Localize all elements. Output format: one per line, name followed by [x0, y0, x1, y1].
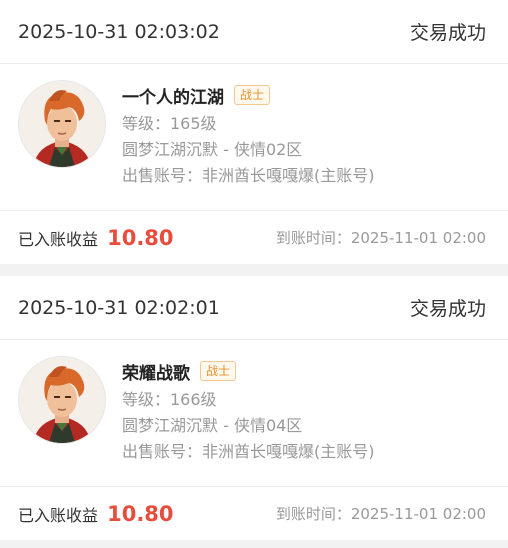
- character-server: 圆梦江湖沉默 - 侠情04区: [122, 416, 303, 435]
- seller-account: 出售账号：非洲酋长嘎嘎爆(主账号): [122, 442, 375, 461]
- income-value: 10.80: [107, 501, 174, 526]
- character-info: 荣耀战歌 战士 等级：166级 圆梦江湖沉默 - 侠情04区 出售账号：非洲酋长…: [122, 356, 375, 464]
- character-avatar: [18, 356, 106, 444]
- character-level: 等级：165级: [122, 114, 217, 133]
- order-header: 2025-10-31 02:02:01 交易成功: [0, 276, 508, 340]
- order-time: 2025-10-31 02:03:02: [18, 20, 220, 43]
- character-name: 一个人的江湖: [122, 87, 224, 108]
- arrival-time: 到账时间：2025-11-01 02:00: [275, 229, 486, 247]
- income-label: 已入账收益: [18, 505, 99, 525]
- class-badge: 战士: [200, 361, 237, 381]
- character-avatar: [18, 80, 106, 168]
- class-badge: 战士: [234, 85, 271, 105]
- order-body: 一个人的江湖 战士 等级：165级 圆梦江湖沉默 - 侠情02区 出售账号：非洲…: [0, 64, 508, 211]
- income-block: 已入账收益 10.80: [18, 226, 174, 250]
- order-status: 交易成功: [409, 298, 486, 320]
- order-body: 荣耀战歌 战士 等级：166级 圆梦江湖沉默 - 侠情04区 出售账号：非洲酋长…: [0, 340, 508, 487]
- character-name: 荣耀战歌: [122, 363, 190, 384]
- income-block: 已入账收益 10.80: [18, 502, 174, 526]
- order-footer: 已入账收益 10.80 到账时间：2025-11-01 02:00: [0, 487, 508, 540]
- order-time: 2025-10-31 02:02:01: [18, 296, 220, 319]
- name-row: 荣耀战歌 战士: [122, 356, 375, 386]
- order-card[interactable]: 2025-10-31 02:03:02 交易成功 一个人的江湖 战士 等级：16…: [0, 0, 508, 264]
- character-info: 一个人的江湖 战士 等级：165级 圆梦江湖沉默 - 侠情02区 出售账号：非洲…: [122, 80, 375, 188]
- order-status: 交易成功: [409, 22, 486, 44]
- arrival-time: 到账时间：2025-11-01 02:00: [275, 505, 486, 523]
- character-server: 圆梦江湖沉默 - 侠情02区: [122, 140, 303, 159]
- income-value: 10.80: [107, 225, 174, 250]
- order-header: 2025-10-31 02:03:02 交易成功: [0, 0, 508, 64]
- income-label: 已入账收益: [18, 229, 99, 249]
- seller-account: 出售账号：非洲酋长嘎嘎爆(主账号): [122, 166, 375, 185]
- warrior-portrait-icon: [19, 357, 105, 443]
- name-row: 一个人的江湖 战士: [122, 80, 375, 110]
- order-footer: 已入账收益 10.80 到账时间：2025-11-01 02:00: [0, 211, 508, 264]
- order-card[interactable]: 2025-10-31 02:02:01 交易成功 荣耀战歌 战士 等级：166级…: [0, 276, 508, 540]
- warrior-portrait-icon: [19, 81, 105, 167]
- character-level: 等级：166级: [122, 390, 217, 409]
